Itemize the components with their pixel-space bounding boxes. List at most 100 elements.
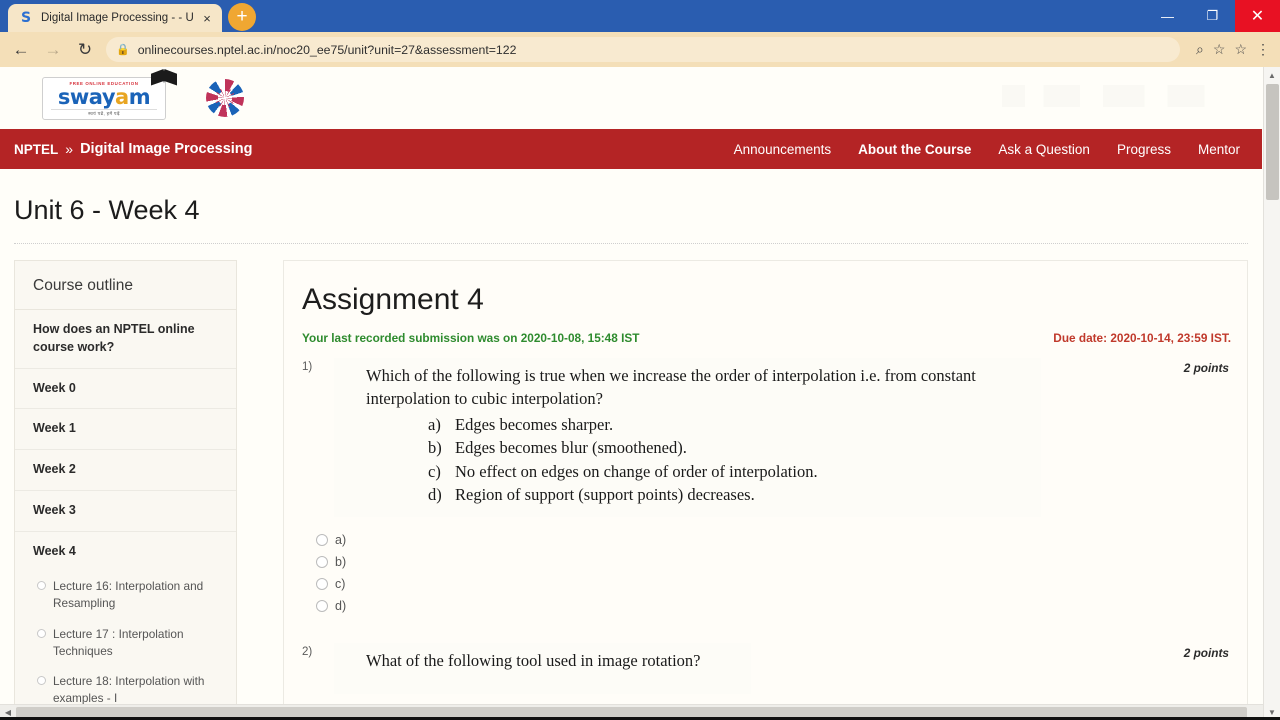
sidebar-lecture-17[interactable]: Lecture 17 : Interpolation Techniques [15, 619, 236, 667]
sidebar-lecture-label: Lecture 16: Interpolation and Resampling [53, 579, 204, 610]
option-text: Region of support (support points) decre… [455, 485, 755, 505]
lock-icon: 🔒 [116, 44, 130, 56]
sidebar-lecture-16[interactable]: Lecture 16: Interpolation and Resampling [15, 571, 236, 619]
answer-choices-1: a) b) c) d) [316, 533, 1231, 613]
sidebar-item-week-0[interactable]: Week 0 [15, 369, 236, 410]
question-block-2: 2) 2 points What of the following tool u… [302, 642, 1231, 694]
browser-menu-icon[interactable]: ⋮ [1256, 41, 1270, 58]
question-image-1: Which of the following is true when we i… [334, 358, 1041, 517]
answer-choice-b[interactable]: b) [316, 555, 1231, 569]
nav-link-ask-a-question[interactable]: Ask a Question [998, 142, 1090, 157]
lecture-bullet-icon [37, 676, 46, 686]
sidebar-lecture-label: Lecture 17 : Interpolation Techniques [53, 626, 184, 658]
answer-choice-label: a) [335, 532, 347, 547]
vertical-scrollbar-thumb[interactable] [1266, 84, 1279, 200]
zoom-icon[interactable]: ⌕ [1196, 41, 1204, 58]
nav-link-progress[interactable]: Progress [1117, 142, 1171, 157]
navbar-links: Announcements About the Course Ask a Que… [734, 142, 1240, 157]
radio-button-icon[interactable] [316, 599, 328, 612]
option-text: No effect on edges on change of order of… [455, 461, 818, 481]
swayam-s-favicon-icon: S [20, 10, 32, 26]
open-book-icon [151, 68, 177, 86]
page-title-wrap: Unit 6 - Week 4 [0, 169, 1262, 226]
course-outline-panel: Course outline How does an NPTEL online … [14, 260, 237, 715]
option-text: Edges becomes sharper. [455, 414, 614, 434]
sidebar-lecture-label: Lecture 18: Interpolation with examples … [53, 674, 205, 705]
swayam-logo-wordmark: swayam [51, 86, 157, 108]
scroll-left-icon[interactable]: ◀ [0, 708, 16, 717]
reload-icon[interactable]: ↻ [74, 39, 96, 61]
swayam-logo[interactable]: FREE ONLINE EDUCATION swayam स्वयं पढें,… [42, 68, 177, 120]
question-options-list: a) Edges becomes sharper. b) Edges becom… [428, 413, 1031, 507]
browser-toolbar: ← → ↻ 🔒 onlinecourses.nptel.ac.in/noc20_… [0, 32, 1280, 67]
answer-choice-a[interactable]: a) [316, 533, 1231, 547]
new-tab-button[interactable]: + [228, 3, 256, 31]
answer-choice-label: d) [335, 598, 347, 613]
radio-button-icon[interactable] [316, 555, 328, 568]
url-text: onlinecourses.nptel.ac.in/noc20_ee75/uni… [137, 42, 517, 57]
close-window-button[interactable]: ✕ [1235, 0, 1280, 32]
sidebar-item-how-does-nptel-work[interactable]: How does an NPTEL online course work? [15, 310, 236, 369]
course-outline-heading: Course outline [15, 261, 236, 310]
nav-link-announcements[interactable]: Announcements [734, 142, 832, 157]
breadcrumb-separator: » [65, 141, 74, 157]
question-stem: What of the following tool used in image… [366, 650, 701, 670]
forward-icon[interactable]: → [42, 39, 64, 61]
option-letter: c) [428, 461, 441, 481]
breadcrumb-course[interactable]: Digital Image Processing [80, 141, 252, 157]
question-option: c) No effect on edges on change of order… [428, 460, 1031, 483]
option-letter: d) [428, 485, 442, 505]
maximize-window-button[interactable]: ❐ [1190, 0, 1235, 32]
answer-choice-label: b) [335, 554, 347, 569]
tab-strip: S Digital Image Processing - - Unit × + [0, 3, 256, 32]
question-points: 2 points [1183, 645, 1229, 660]
close-tab-icon[interactable]: × [200, 11, 214, 26]
star-icon[interactable]: ☆ [1213, 41, 1226, 58]
breadcrumb-nptel[interactable]: NPTEL [14, 142, 58, 157]
minimize-window-button[interactable]: — [1145, 0, 1190, 32]
content-columns: Course outline How does an NPTEL online … [0, 244, 1262, 715]
assignment-meta-row: Your last recorded submission was on 202… [302, 331, 1231, 345]
tab-title: Digital Image Processing - - Unit [41, 12, 193, 24]
sidebar-item-week-3[interactable]: Week 3 [15, 491, 236, 532]
browser-titlebar: S Digital Image Processing - - Unit × + … [0, 0, 1280, 32]
scroll-up-icon[interactable]: ▲ [1264, 67, 1280, 83]
back-icon[interactable]: ← [10, 39, 32, 61]
swayam-word-part-2: a [115, 84, 129, 109]
option-letter: a) [428, 414, 441, 434]
page-title: Unit 6 - Week 4 [14, 195, 200, 225]
last-submission-note: Your last recorded submission was on 202… [302, 331, 640, 345]
lecture-bullet-icon [37, 581, 46, 591]
question-points: 2 points [1183, 361, 1229, 375]
course-navbar: NPTEL » Digital Image Processing Announc… [0, 129, 1262, 169]
nav-link-about-the-course[interactable]: About the Course [858, 142, 971, 157]
sidebar-item-week-4[interactable]: Week 4 [15, 532, 236, 572]
question-option: b) Edges becomes blur (smoothened). [428, 436, 1031, 459]
question-image-2: What of the following tool used in image… [334, 642, 751, 694]
question-stem: Which of the following is true when we i… [366, 366, 976, 409]
lecture-bullet-icon [37, 628, 46, 638]
question-block-1: 1) 2 points Which of the following is tr… [302, 358, 1231, 613]
sidebar-item-week-2[interactable]: Week 2 [15, 450, 236, 491]
toolbar-right-icons: ⌕ ☆ ☆ ⋮ [1190, 41, 1270, 58]
bookmark-icon[interactable]: ☆ [1234, 41, 1247, 58]
question-option: d) Region of support (support points) de… [428, 483, 1031, 506]
option-letter: b) [428, 438, 442, 458]
vertical-scrollbar[interactable]: ▲ ▼ [1263, 67, 1280, 720]
address-bar[interactable]: 🔒 onlinecourses.nptel.ac.in/noc20_ee75/u… [106, 37, 1181, 62]
page-content: FREE ONLINE EDUCATION swayam स्वयं पढें,… [0, 67, 1262, 715]
assignment-panel: Assignment 4 Your last recorded submissi… [283, 260, 1248, 715]
radio-button-icon[interactable] [316, 577, 328, 590]
swayam-word-part-3: m [128, 84, 151, 109]
question-number: 2) [302, 645, 313, 658]
browser-tab[interactable]: S Digital Image Processing - - Unit × [8, 4, 222, 32]
window-controls: — ❐ ✕ [1145, 0, 1280, 32]
site-header: FREE ONLINE EDUCATION swayam स्वयं पढें,… [0, 67, 1262, 129]
question-option: a) Edges becomes sharper. [428, 413, 1031, 436]
sidebar-item-week-1[interactable]: Week 1 [15, 409, 236, 450]
answer-choice-c[interactable]: c) [316, 577, 1231, 591]
nav-link-mentor[interactable]: Mentor [1198, 142, 1240, 157]
answer-choice-d[interactable]: d) [316, 599, 1231, 613]
radio-button-icon[interactable] [316, 533, 328, 546]
page-viewport: FREE ONLINE EDUCATION swayam स्वयं पढें,… [0, 67, 1280, 720]
